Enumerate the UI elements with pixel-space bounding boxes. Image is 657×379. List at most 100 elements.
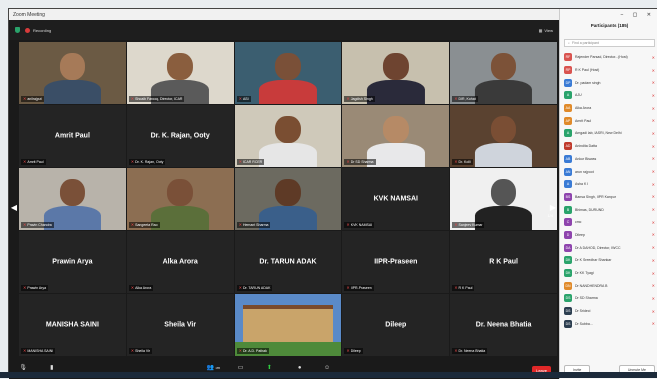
video-tile[interactable]: Alka Arora ✕ Alka Arora [126, 231, 234, 293]
find-participant-input[interactable]: ⌕ Find a participant [564, 39, 655, 47]
video-tile[interactable]: MANISHA SAINI ✕ MANISHA SAINI [19, 294, 126, 356]
mic-muted-icon: ✕ [238, 222, 242, 227]
participant-row[interactable]: DS Dr Subba... ✕ [560, 317, 657, 330]
participant-row[interactable]: BS Bansa Singh, IIPR Kanpur ✕ [560, 191, 657, 204]
participant-row[interactable]: DP Dr. padam singh ✕ [560, 76, 657, 89]
participant-display-name: Dr. Neena Bhatia [475, 321, 532, 329]
avatar: C [564, 218, 572, 227]
os-taskbar [0, 372, 657, 378]
video-tile[interactable]: ✕ ICAR RCER [234, 105, 342, 167]
tile-name-label: ✕ ICAR RCER [236, 159, 265, 165]
tile-label-text: Amrit Paul [27, 160, 44, 164]
tile-label-text: MANISHA SAINI [27, 349, 54, 353]
video-tile[interactable]: Dr. TARUN ADAK ✕ Dr. TARUN ADAK [234, 231, 342, 293]
participant-row[interactable]: DN Dr NANDHENDRA B ✕ [560, 279, 657, 292]
avatar: DN [564, 281, 572, 290]
participant-display-name: Dileep [385, 321, 407, 329]
window-title: Zoom Meeting [9, 9, 559, 20]
video-tile[interactable]: ✕ ASI [234, 42, 342, 104]
tile-label-text: Alka Arora [135, 286, 152, 290]
participant-row[interactable]: AP Amrit Paul ✕ [560, 114, 657, 127]
participant-row[interactable]: RP R K Paul (Host) ✕ [560, 64, 657, 77]
mic-muted-icon: ✕ [454, 222, 458, 227]
video-tile[interactable]: ✕ Sanjeev Kumar [450, 168, 557, 230]
mic-muted-icon: ✕ [23, 96, 27, 101]
video-tile[interactable]: ✕ Dr. Kolli [450, 105, 557, 167]
tile-label-text: Sangeeta Rao [135, 223, 158, 227]
tile-name-label: ✕ IIPR-Praseen [344, 285, 374, 291]
avatar: DS [564, 294, 572, 303]
video-tile[interactable]: Sheila Vir ✕ Sheila Vir [126, 294, 234, 356]
video-tile[interactable]: ✕ Dr. A.D. Pathak [234, 294, 342, 356]
participant-video [342, 42, 450, 104]
video-tile[interactable]: ✕ Sangeeta Rao [126, 168, 234, 230]
participant-row[interactable]: Ccmc ✕ [560, 216, 657, 229]
video-tile[interactable]: Prawin Arya ✕ Prawin Arya [19, 231, 126, 293]
view-button[interactable]: ▦ View [539, 28, 553, 33]
window-controls[interactable]: – ▢ ✕ [621, 12, 655, 18]
mic-muted-icon: ✕ [651, 67, 655, 73]
video-tile[interactable]: Dr. K. Rajan, Ooty ✕ Dr. K. Rajan, Ooty [126, 105, 234, 167]
tile-label-text: ICAR RCER [242, 160, 263, 164]
avatar: AA [564, 104, 572, 113]
participant-row[interactable]: DK Dr KK Tyagi ✕ [560, 267, 657, 280]
participant-row[interactable]: AB Ankur Biswas ✕ [560, 153, 657, 166]
participant-row[interactable]: DS Dr Srideci ✕ [560, 305, 657, 318]
video-tile[interactable]: ✕ Dr SD Sharma [342, 105, 450, 167]
participant-row[interactable]: AA Alka Arora ✕ [560, 102, 657, 115]
recording-icon [25, 27, 30, 33]
participant-display-name: R K Paul [489, 258, 518, 266]
participant-name: arun rajpoot [575, 169, 594, 174]
participant-row[interactable]: DA Dr A DAHOD, Director, IWCC ✕ [560, 241, 657, 254]
tile-name-label: ✕ MANISHA SAINI [21, 348, 56, 354]
participant-row[interactable]: RF Rajender Parsad, Director...(Host) ✕ [560, 51, 657, 64]
video-tile[interactable]: IIPR-Praseen ✕ IIPR-Praseen [342, 231, 450, 293]
video-tile[interactable]: ✕ Shoaib Farooq, Director, ICAR [126, 42, 234, 104]
mic-muted-icon: ✕ [130, 96, 135, 101]
avatar: AD [564, 142, 572, 151]
video-tile[interactable]: KVK NAMSAI ✕ KVK NAMSAI [342, 168, 450, 230]
shield-icon[interactable] [15, 27, 20, 33]
video-tile[interactable]: ✕ Pravin Chandra [19, 168, 126, 230]
participant-row[interactable]: A Amgadi lab, IASRI, New Delhi ✕ [560, 127, 657, 140]
participant-row[interactable]: DK Dr K Sreedhar Shankar ✕ [560, 254, 657, 267]
participant-display-name: Sheila Vir [164, 321, 197, 329]
video-tile[interactable]: Amrit Paul ✕ Amrit Paul [19, 105, 126, 167]
reactions-icon: ☺ [324, 365, 331, 371]
participant-name: AJU [575, 93, 582, 98]
prev-page-arrow[interactable]: ◀ [10, 199, 18, 215]
video-icon: ▮ [50, 365, 54, 371]
mic-muted-icon: ✕ [346, 285, 350, 290]
participant-row[interactable]: DS Dr SD Sharma ✕ [560, 292, 657, 305]
participant-row[interactable]: AD Anindita Datta ✕ [560, 140, 657, 153]
video-tile[interactable]: R K Paul ✕ R K Paul [450, 231, 557, 293]
mic-muted-icon: ✕ [651, 270, 655, 276]
avatar: DA [564, 243, 572, 252]
tile-name-label: ✕ Dr. A.D. Pathak [236, 348, 269, 354]
video-tile[interactable]: Dr. Neena Bhatia ✕ Dr. Neena Bhatia [450, 294, 557, 356]
video-tile[interactable]: Dileep ✕ Dileep [342, 294, 450, 356]
participant-name: Dr Subba... [575, 321, 593, 326]
avatar: A [564, 180, 572, 189]
avatar: DS [564, 307, 572, 316]
participant-row[interactable]: B Bhimas, DURUND ✕ [560, 203, 657, 216]
video-tile[interactable]: ✕ Jagdish Singh [342, 42, 450, 104]
tile-name-label: ✕ Dr SD Sharma [344, 159, 376, 165]
tile-label-text: DIR, Kohat [458, 97, 476, 101]
video-tile[interactable]: ✕ DIR, Kohat [450, 42, 557, 104]
tile-label-text: ASI [242, 97, 249, 101]
avatar: DK [564, 269, 572, 278]
mic-muted-icon: ✕ [23, 348, 27, 353]
participant-row[interactable]: A Asha K I ✕ [560, 178, 657, 191]
mic-muted-icon: ✕ [238, 285, 242, 290]
video-tile[interactable]: ✕ anilrajput [19, 42, 126, 104]
avatar: AB [564, 154, 572, 163]
tile-label-text: Dr SD Sharma [350, 160, 374, 164]
video-tile[interactable]: ✕ Hemant Sharma [234, 168, 342, 230]
participant-display-name: IIPR-Praseen [374, 258, 418, 266]
participant-video [126, 42, 234, 104]
participant-row[interactable]: D Dileep ✕ [560, 229, 657, 242]
mic-muted-icon: ✕ [651, 283, 655, 289]
participant-row[interactable]: A AJU ✕ [560, 89, 657, 102]
participant-row[interactable]: AN arun rajpoot ✕ [560, 165, 657, 178]
